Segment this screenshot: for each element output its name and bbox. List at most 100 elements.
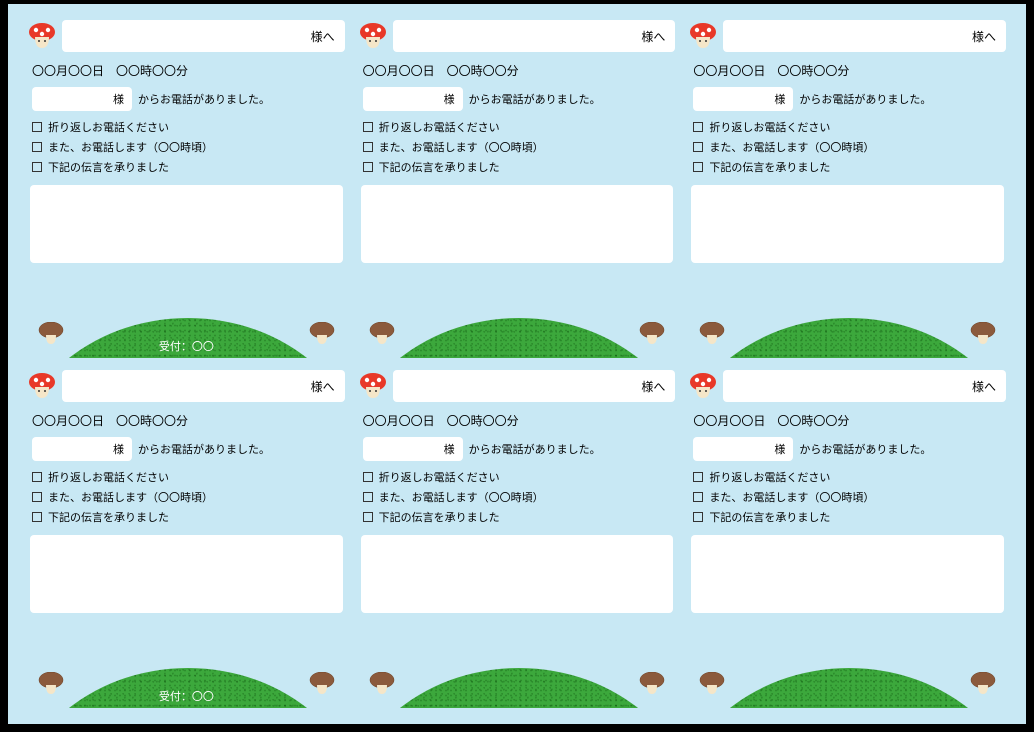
checkbox-icon[interactable]: [363, 142, 373, 152]
caller-field[interactable]: 様: [363, 87, 463, 111]
brown-mushroom-icon: [369, 672, 395, 694]
check-label: 下記の伝言を承りました: [379, 159, 500, 175]
grass-footer: [359, 316, 676, 358]
memo-card: 様へ 〇〇月〇〇日 〇〇時〇〇分 様 からお電話がありました。 折り返しお電話く…: [28, 20, 345, 358]
grass-footer: 受付：〇〇: [28, 316, 345, 358]
memo-card: 様へ 〇〇月〇〇日 〇〇時〇〇分 様 からお電話がありました。 折り返しお電話く…: [689, 370, 1006, 708]
check-callback: 折り返しお電話ください: [28, 119, 345, 135]
brown-mushroom-icon: [369, 322, 395, 344]
recipient-suffix: 様へ: [641, 28, 665, 45]
brown-mushroom-icon: [309, 322, 335, 344]
check-message: 下記の伝言を承りました: [28, 159, 345, 175]
checkbox-icon[interactable]: [32, 122, 42, 132]
checkbox-icon[interactable]: [32, 472, 42, 482]
message-box[interactable]: [361, 185, 674, 263]
receipt-label: 受付：〇〇: [159, 338, 214, 354]
caller-suffix: 様: [774, 441, 785, 457]
checkbox-icon[interactable]: [693, 512, 703, 522]
caller-suffix: 様: [444, 91, 455, 107]
checkbox-icon[interactable]: [693, 162, 703, 172]
check-message: 下記の伝言を承りました: [28, 509, 345, 525]
recipient-field[interactable]: 様へ: [62, 20, 345, 52]
check-label: また、お電話します（〇〇時頃）: [709, 489, 874, 505]
caller-suffix: 様: [774, 91, 785, 107]
check-callback: 折り返しお電話ください: [359, 119, 676, 135]
caller-field[interactable]: 様: [32, 87, 132, 111]
check-callback: 折り返しお電話ください: [359, 469, 676, 485]
check-label: 折り返しお電話ください: [48, 119, 169, 135]
message-box[interactable]: [691, 185, 1004, 263]
brown-mushroom-icon: [38, 322, 64, 344]
recipient-row: 様へ: [689, 20, 1006, 52]
check-label: 折り返しお電話ください: [379, 469, 500, 485]
checkbox-icon[interactable]: [363, 472, 373, 482]
checkbox-icon[interactable]: [363, 492, 373, 502]
recipient-field[interactable]: 様へ: [62, 370, 345, 402]
check-label: 折り返しお電話ください: [48, 469, 169, 485]
grass-hill: [689, 318, 1006, 358]
checkbox-icon[interactable]: [363, 162, 373, 172]
receipt-label: 受付：〇〇: [159, 688, 214, 704]
checkbox-icon[interactable]: [693, 492, 703, 502]
caller-tail: からお電話がありました。: [469, 441, 601, 457]
recipient-field[interactable]: 様へ: [723, 20, 1006, 52]
check-label: また、お電話します（〇〇時頃）: [48, 139, 213, 155]
check-label: 下記の伝言を承りました: [48, 159, 169, 175]
checkbox-icon[interactable]: [363, 512, 373, 522]
caller-suffix: 様: [444, 441, 455, 457]
mushroom-icon: [359, 372, 387, 400]
date-time-line: 〇〇月〇〇日 〇〇時〇〇分: [28, 412, 345, 429]
memo-card: 様へ 〇〇月〇〇日 〇〇時〇〇分 様 からお電話がありました。 折り返しお電話く…: [28, 370, 345, 708]
caller-suffix: 様: [113, 91, 124, 107]
check-label: 折り返しお電話ください: [379, 119, 500, 135]
recipient-field[interactable]: 様へ: [723, 370, 1006, 402]
caller-field[interactable]: 様: [363, 437, 463, 461]
message-box[interactable]: [361, 535, 674, 613]
check-willcall: また、お電話します（〇〇時頃）: [689, 139, 1006, 155]
message-box[interactable]: [691, 535, 1004, 613]
recipient-suffix: 様へ: [311, 378, 335, 395]
brown-mushroom-icon: [38, 672, 64, 694]
caller-row: 様 からお電話がありました。: [359, 87, 676, 111]
brown-mushroom-icon: [970, 672, 996, 694]
checkbox-icon[interactable]: [693, 472, 703, 482]
checkbox-icon[interactable]: [693, 122, 703, 132]
grass-footer: [689, 316, 1006, 358]
caller-row: 様 からお電話がありました。: [689, 87, 1006, 111]
check-label: 折り返しお電話ください: [709, 469, 830, 485]
caller-field[interactable]: 様: [693, 437, 793, 461]
caller-field[interactable]: 様: [693, 87, 793, 111]
recipient-row: 様へ: [28, 370, 345, 402]
recipient-field[interactable]: 様へ: [393, 20, 676, 52]
memo-card: 様へ 〇〇月〇〇日 〇〇時〇〇分 様 からお電話がありました。 折り返しお電話く…: [689, 20, 1006, 358]
checkbox-icon[interactable]: [32, 142, 42, 152]
message-box[interactable]: [30, 185, 343, 263]
check-message: 下記の伝言を承りました: [359, 509, 676, 525]
check-willcall: また、お電話します（〇〇時頃）: [689, 489, 1006, 505]
brown-mushroom-icon: [639, 322, 665, 344]
checkbox-icon[interactable]: [363, 122, 373, 132]
checkbox-icon[interactable]: [32, 162, 42, 172]
mushroom-icon: [359, 22, 387, 50]
check-willcall: また、お電話します（〇〇時頃）: [28, 489, 345, 505]
mushroom-icon: [28, 372, 56, 400]
checkbox-icon[interactable]: [32, 512, 42, 522]
caller-tail: からお電話がありました。: [469, 91, 601, 107]
check-label: 下記の伝言を承りました: [709, 509, 830, 525]
grass-footer: 受付：〇〇: [28, 666, 345, 708]
date-time-line: 〇〇月〇〇日 〇〇時〇〇分: [689, 412, 1006, 429]
caller-row: 様 からお電話がありました。: [359, 437, 676, 461]
check-label: 下記の伝言を承りました: [379, 509, 500, 525]
date-time-line: 〇〇月〇〇日 〇〇時〇〇分: [28, 62, 345, 79]
checkbox-icon[interactable]: [32, 492, 42, 502]
caller-row: 様 からお電話がありました。: [28, 87, 345, 111]
caller-tail: からお電話がありました。: [799, 441, 931, 457]
message-box[interactable]: [30, 535, 343, 613]
check-willcall: また、お電話します（〇〇時頃）: [359, 139, 676, 155]
caller-field[interactable]: 様: [32, 437, 132, 461]
recipient-row: 様へ: [359, 370, 676, 402]
recipient-field[interactable]: 様へ: [393, 370, 676, 402]
memo-sheet: 様へ 〇〇月〇〇日 〇〇時〇〇分 様 からお電話がありました。 折り返しお電話く…: [8, 4, 1026, 724]
recipient-suffix: 様へ: [311, 28, 335, 45]
checkbox-icon[interactable]: [693, 142, 703, 152]
